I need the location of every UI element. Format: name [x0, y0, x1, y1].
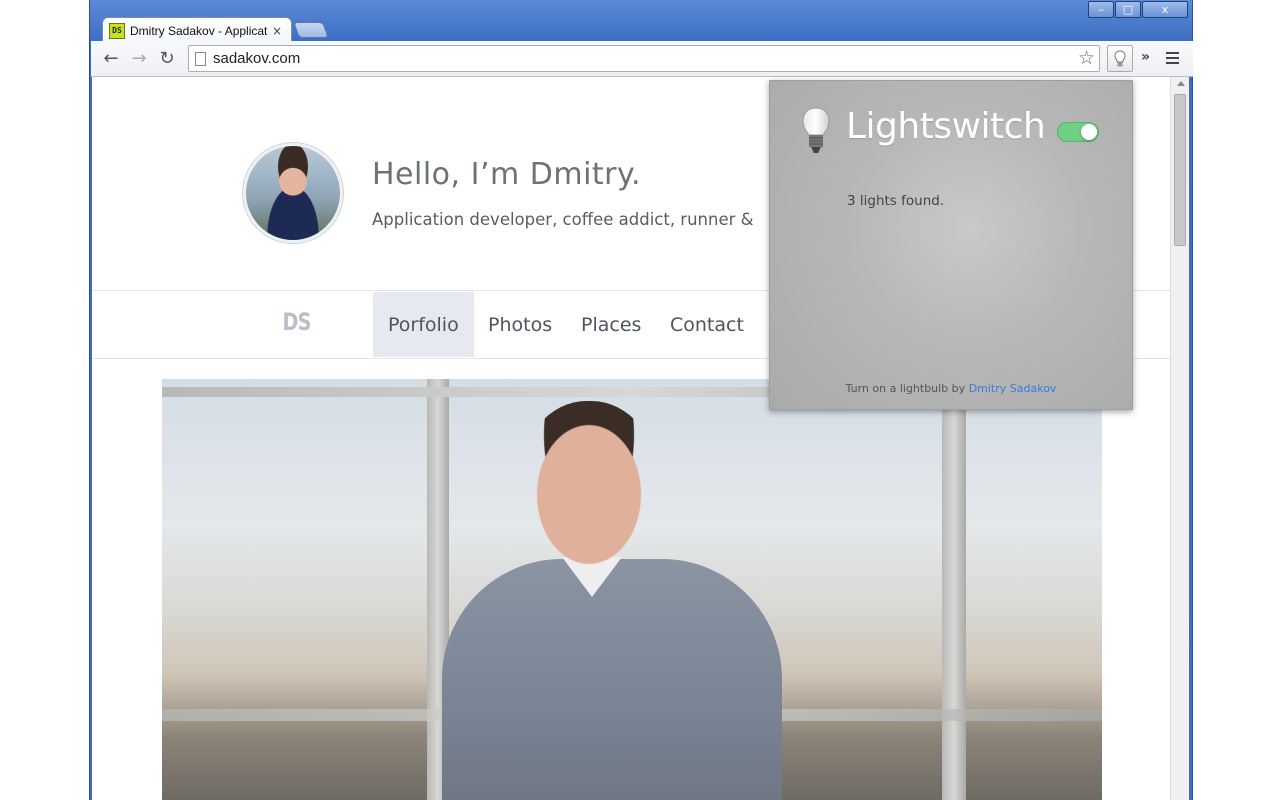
- site-favicon-icon: DS: [109, 22, 125, 39]
- nav-item-photos[interactable]: Photos: [473, 292, 567, 357]
- tab-strip: DS Dmitry Sadakov - Applicat ×: [90, 14, 1192, 43]
- page-scrollbar[interactable]: [1170, 77, 1189, 800]
- lights-toggle[interactable]: [1057, 122, 1099, 142]
- browser-toolbar: ← → ↻ sadakov.com ☆ »: [91, 41, 1193, 77]
- site-logo[interactable]: DS: [283, 308, 312, 336]
- nav-item-portfolio[interactable]: Porfolio: [373, 292, 474, 357]
- back-button[interactable]: ←: [97, 45, 125, 73]
- toggle-knob: [1081, 124, 1097, 140]
- bookmark-star-icon[interactable]: ☆: [1078, 47, 1095, 69]
- footer-text: Turn on a lightbulb by: [845, 382, 969, 395]
- lightswitch-extension-button[interactable]: [1107, 45, 1133, 72]
- url-text[interactable]: sadakov.com: [213, 50, 300, 67]
- status-text: 3 lights found.: [847, 193, 945, 209]
- profile-avatar: [243, 143, 343, 243]
- lightswitch-popup: Lightswitch 3 lights found. Turn on a li…: [769, 80, 1133, 410]
- extensions-overflow-button[interactable]: »: [1141, 49, 1150, 65]
- browser-menu-button[interactable]: [1161, 47, 1183, 69]
- new-tab-button[interactable]: [293, 22, 329, 38]
- page-tagline: Application developer, coffee addict, ru…: [372, 210, 754, 229]
- person-head: [519, 401, 659, 571]
- nav-item-contact[interactable]: Contact: [655, 292, 759, 357]
- tab-title: Dmitry Sadakov - Applicat: [130, 23, 268, 38]
- browser-tab[interactable]: DS Dmitry Sadakov - Applicat ×: [102, 17, 292, 43]
- author-link[interactable]: Dmitry Sadakov: [969, 382, 1057, 395]
- popup-footer: Turn on a lightbulb by Dmitry Sadakov: [770, 382, 1132, 395]
- page-icon: [195, 51, 206, 66]
- address-bar[interactable]: sadakov.com ☆: [188, 45, 1100, 72]
- reload-button[interactable]: ↻: [153, 45, 181, 73]
- scroll-up-icon[interactable]: [1177, 81, 1185, 86]
- lightbulb-icon: [1114, 49, 1126, 66]
- person-shirt: [442, 559, 782, 800]
- tab-close-icon[interactable]: ×: [272, 24, 282, 38]
- scrollbar-thumb[interactable]: [1174, 94, 1186, 246]
- nav-item-places[interactable]: Places: [566, 292, 656, 357]
- forward-button[interactable]: →: [125, 45, 153, 73]
- page-title: Hello, I’m Dmitry.: [372, 157, 642, 192]
- lightbulb-icon: [802, 107, 830, 153]
- hero-photo: [162, 379, 1102, 800]
- popup-title: Lightswitch: [846, 106, 1046, 147]
